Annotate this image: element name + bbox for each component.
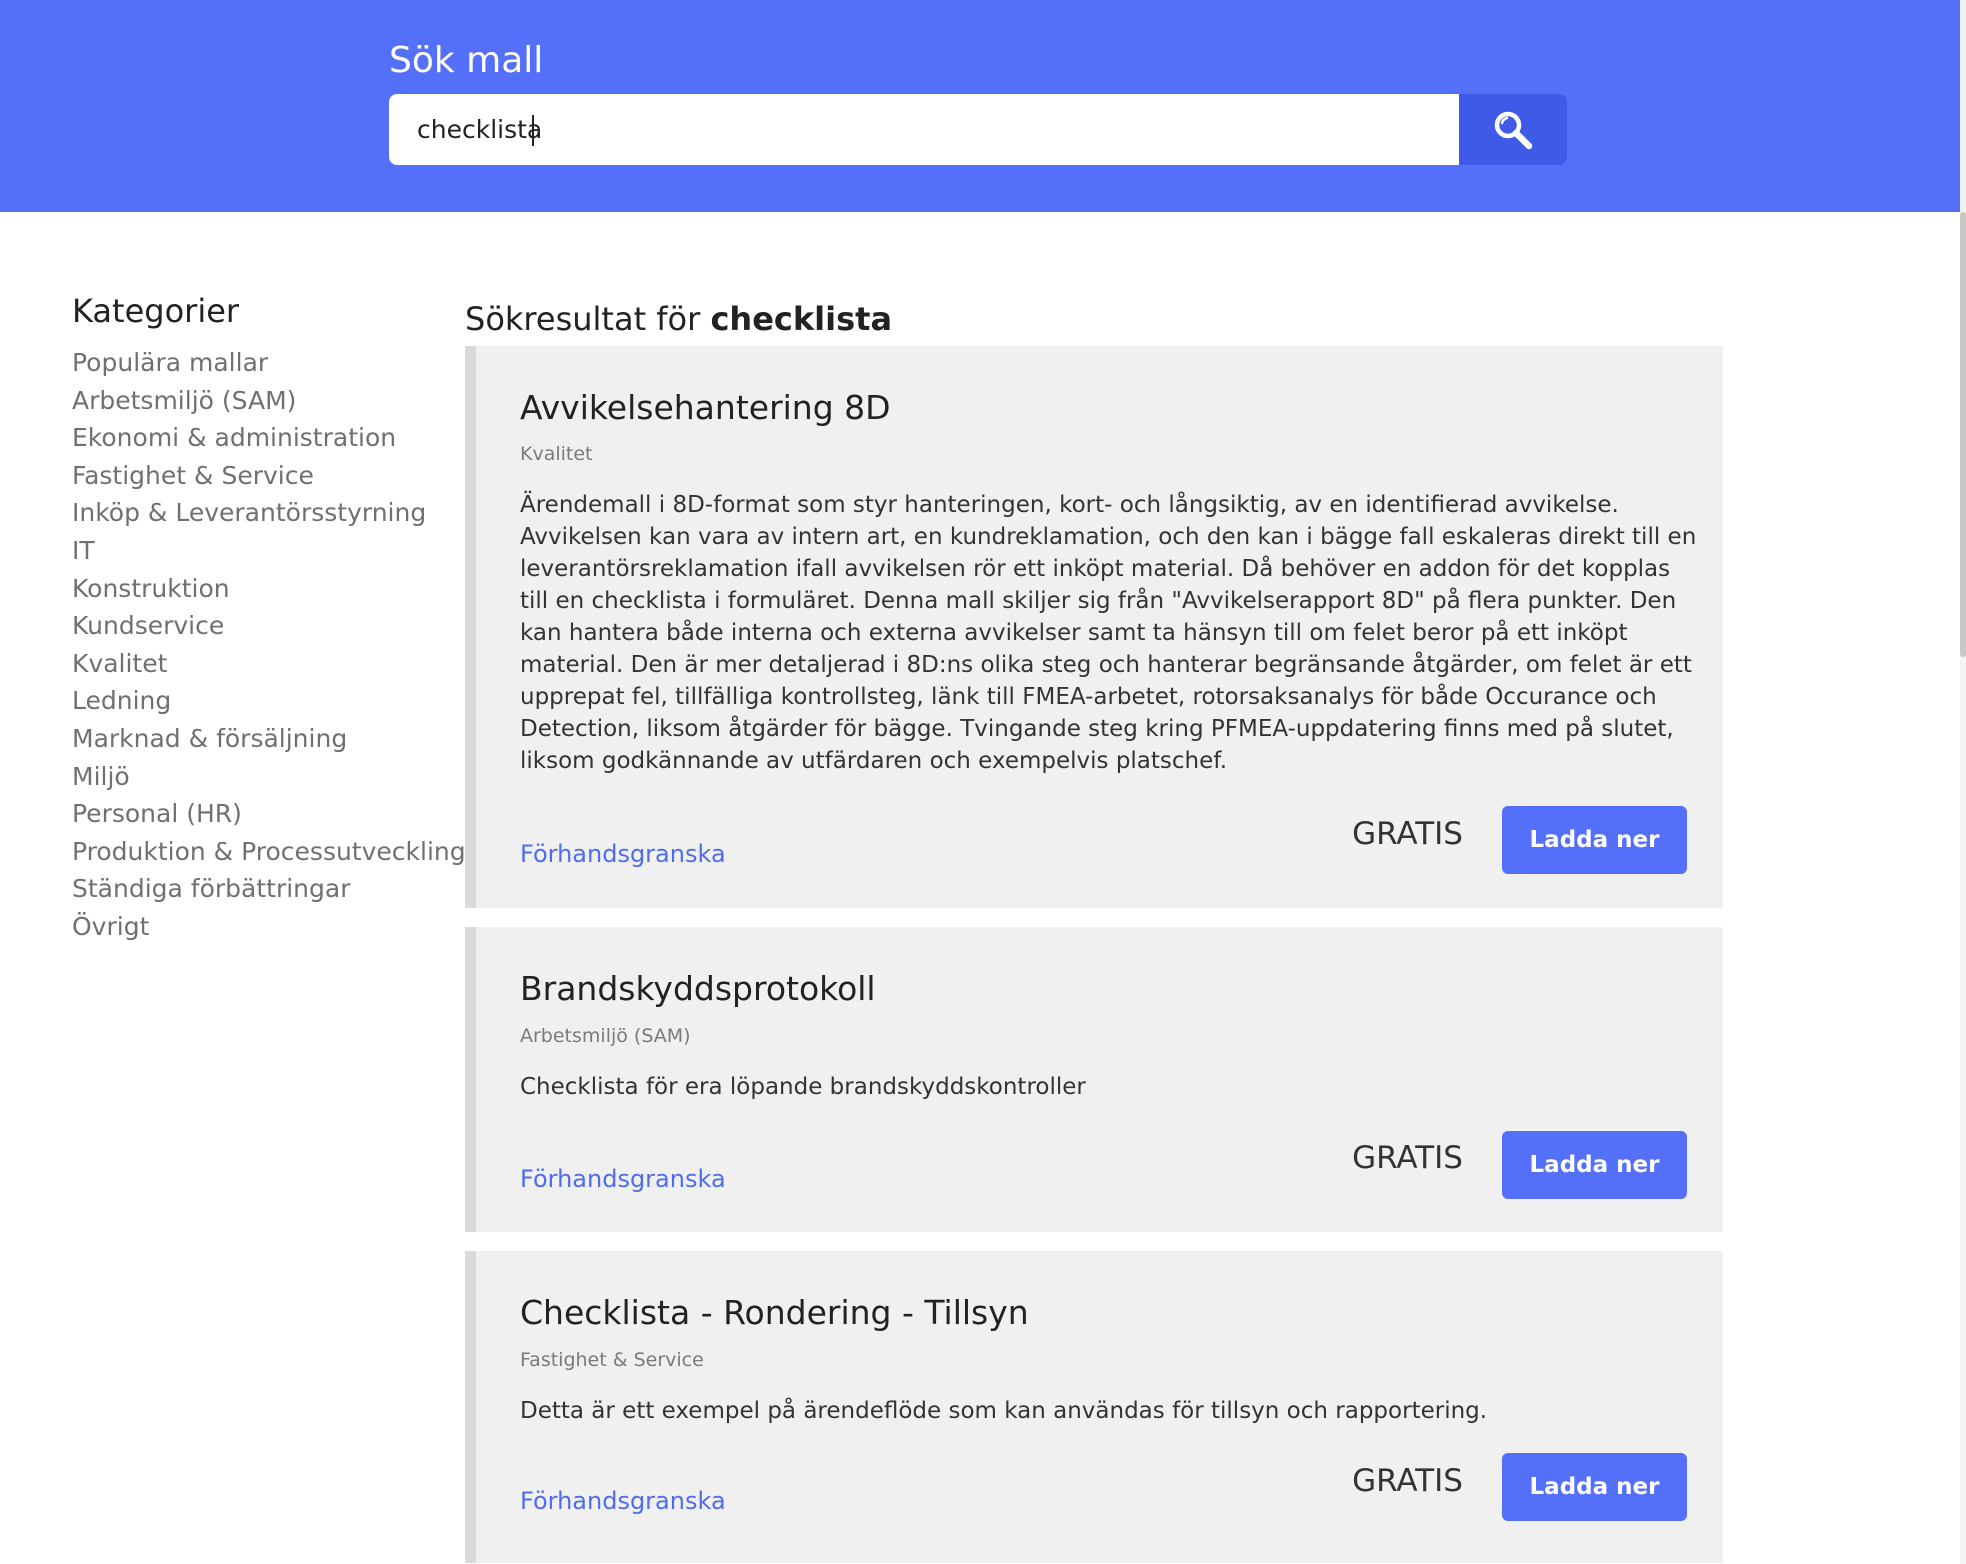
download-button[interactable]: Ladda ner xyxy=(1502,1453,1687,1521)
search-results: Sökresultat för checklista Avvikelsehant… xyxy=(465,300,1723,1563)
category-item-it[interactable]: IT xyxy=(72,532,462,570)
preview-link[interactable]: Förhandsgranska xyxy=(520,1487,726,1515)
preview-link[interactable]: Förhandsgranska xyxy=(520,840,726,868)
result-description: Detta är ett exempel på ärendeflöde som … xyxy=(520,1398,1488,1424)
download-button[interactable]: Ladda ner xyxy=(1502,806,1687,874)
category-item-fastighet[interactable]: Fastighet & Service xyxy=(72,457,462,495)
result-description: Ärendemall i 8D-format som styr hanterin… xyxy=(520,492,1697,774)
result-category: Kvalitet xyxy=(520,443,593,465)
category-item-kvalitet[interactable]: Kvalitet xyxy=(72,645,462,683)
results-query: checklista xyxy=(710,300,893,338)
search-header: Sök mall xyxy=(0,0,1960,212)
categories-title: Kategorier xyxy=(72,292,240,330)
search-input[interactable] xyxy=(389,94,1459,165)
search-button[interactable] xyxy=(1459,94,1567,165)
result-card: Brandskyddsprotokoll Arbetsmiljö (SAM) C… xyxy=(465,927,1723,1232)
category-item-ledning[interactable]: Ledning xyxy=(72,682,462,720)
result-title: Avvikelsehantering 8D xyxy=(520,388,891,427)
preview-link[interactable]: Förhandsgranska xyxy=(520,1165,726,1193)
category-sidebar: Kategorier Populära mallar Arbetsmiljö (… xyxy=(72,292,466,946)
category-item-ovrigt[interactable]: Övrigt xyxy=(72,908,462,946)
result-title: Brandskyddsprotokoll xyxy=(520,969,876,1008)
page-scrollbar[interactable] xyxy=(1960,0,1966,1564)
result-category: Fastighet & Service xyxy=(520,1349,704,1371)
result-card: Avvikelsehantering 8D Kvalitet Ärendemal… xyxy=(465,346,1723,908)
scrollbar-thumb[interactable] xyxy=(1960,212,1966,657)
result-category: Arbetsmiljö (SAM) xyxy=(520,1025,691,1047)
results-heading: Sökresultat för checklista xyxy=(465,300,1723,344)
search-icon xyxy=(1494,111,1533,149)
result-description: Checklista för era löpande brandskyddsko… xyxy=(520,1074,1086,1100)
category-item-arbetsmiljo[interactable]: Arbetsmiljö (SAM) xyxy=(72,382,462,420)
category-item-ekonomi[interactable]: Ekonomi & administration xyxy=(72,419,462,457)
download-button[interactable]: Ladda ner xyxy=(1502,1131,1687,1199)
price-label: GRATIS xyxy=(1352,816,1463,852)
category-item-standiga-forbattringar[interactable]: Ständiga förbättringar xyxy=(72,870,462,908)
search-title: Sök mall xyxy=(389,40,544,81)
category-item-kundservice[interactable]: Kundservice xyxy=(72,607,462,645)
text-caret xyxy=(532,115,534,146)
result-card: Checklista - Rondering - Tillsyn Fastigh… xyxy=(465,1251,1723,1563)
category-item-miljo[interactable]: Miljö xyxy=(72,758,462,796)
category-item-marknad[interactable]: Marknad & försäljning xyxy=(72,720,462,758)
category-item-konstruktion[interactable]: Konstruktion xyxy=(72,570,462,608)
results-heading-prefix: Sökresultat för xyxy=(465,300,701,338)
category-item-produktion[interactable]: Produktion & Processutveckling xyxy=(72,833,466,871)
category-item-populara-mallar[interactable]: Populära mallar xyxy=(72,344,462,382)
price-label: GRATIS xyxy=(1352,1140,1463,1176)
category-item-personal[interactable]: Personal (HR) xyxy=(72,795,462,833)
result-title: Checklista - Rondering - Tillsyn xyxy=(520,1293,1029,1332)
category-item-inkop[interactable]: Inköp & Leverantörsstyrning xyxy=(72,494,462,532)
price-label: GRATIS xyxy=(1352,1463,1463,1499)
